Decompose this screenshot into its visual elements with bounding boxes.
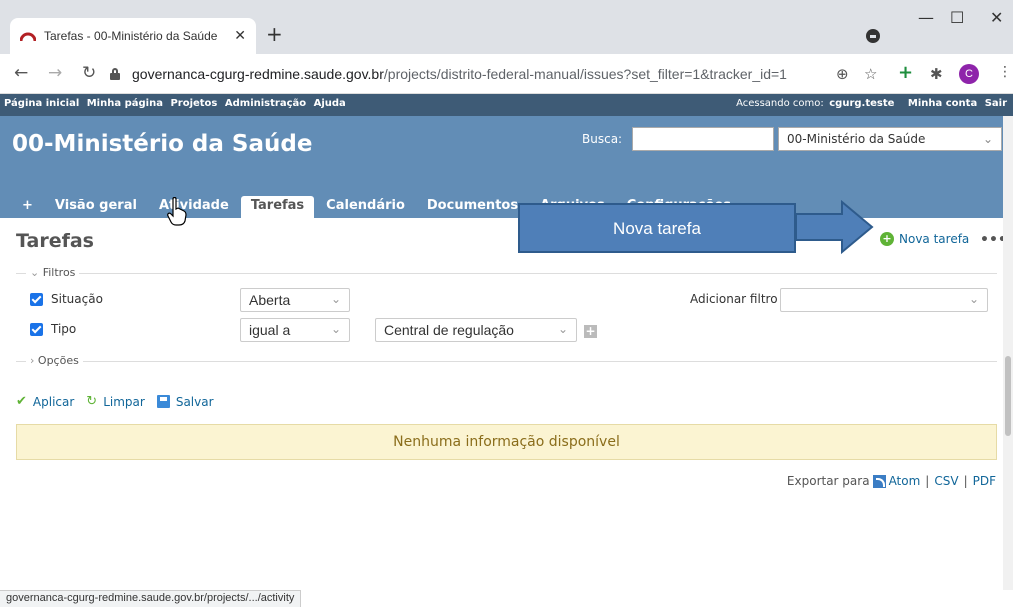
new-tab-button[interactable]: + — [266, 22, 283, 46]
separator: | — [963, 474, 968, 488]
browser-tabstrip: Tarefas - 00-Ministério da Saúde ✕ + — ☐… — [0, 0, 1013, 54]
chevron-down-icon: ⌄ — [557, 322, 568, 336]
chevron-down-icon: ⌄ — [968, 292, 979, 306]
feed-icon — [872, 474, 886, 488]
tab-title: Tarefas - 00-Ministério da Saúde — [44, 29, 218, 43]
filter-status-operator[interactable]: Aberta ⌄ — [240, 288, 350, 312]
new-issue-link[interactable]: + Nova tarefa — [880, 232, 969, 246]
scrollbar-thumb[interactable] — [1005, 356, 1011, 436]
back-icon[interactable]: ← — [14, 63, 28, 83]
topmenu-projects[interactable]: Projetos — [170, 98, 217, 109]
tab-close-icon[interactable]: ✕ — [234, 28, 246, 44]
chevron-down-icon: ⌄ — [330, 322, 341, 336]
annotation-arrow-icon — [796, 200, 874, 255]
bookmark-star-icon[interactable]: ☆ — [864, 65, 877, 83]
filter-tracker-label: Tipo — [51, 322, 77, 336]
project-jump-select[interactable]: 00-Ministério da Saúde ⌄ — [778, 127, 1002, 151]
save-query-button[interactable]: Salvar — [156, 395, 214, 409]
redmine-favicon-icon — [20, 32, 36, 42]
search-input[interactable] — [632, 127, 774, 151]
new-issue-label: Nova tarefa — [899, 232, 970, 246]
topmenu-administration[interactable]: Administração — [225, 98, 306, 109]
chevron-down-icon: ⌄ — [30, 266, 43, 279]
no-data-message: Nenhuma informação disponível — [16, 424, 997, 460]
add-circle-icon: + — [880, 232, 894, 246]
filter-status-label: Situação — [51, 292, 103, 306]
extension-plus-icon[interactable]: + — [898, 62, 913, 83]
reload-icon: ↻ — [86, 394, 98, 409]
url-field[interactable]: governanca-cgurg-redmine.saude.gov.br/pr… — [110, 60, 890, 88]
chevron-right-icon: › — [30, 354, 38, 367]
options-divider — [16, 361, 997, 362]
tab-new-object[interactable]: + — [12, 196, 43, 218]
check-icon: ✔ — [16, 394, 27, 409]
project-title: 00-Ministério da Saúde — [12, 131, 313, 157]
topmenu-home[interactable]: Página inicial — [4, 98, 79, 109]
url-text: governanca-cgurg-redmine.saude.gov.br/pr… — [132, 66, 787, 82]
export-links: Exportar para Atom | CSV | PDF — [787, 474, 996, 488]
chevron-down-icon: ⌄ — [330, 292, 341, 306]
tab-overview[interactable]: Visão geral — [45, 196, 147, 218]
tab-issues[interactable]: Tarefas — [240, 196, 315, 218]
filters-legend[interactable]: ⌄ Filtros — [26, 266, 80, 279]
topmenu-my-page[interactable]: Minha página — [87, 98, 163, 109]
tab-calendar[interactable]: Calendário — [316, 196, 415, 218]
export-label: Exportar para — [786, 474, 870, 488]
minimize-icon[interactable]: — — [918, 8, 934, 27]
browser-status-bar: governanca-cgurg-redmine.saude.gov.br/pr… — [0, 590, 302, 607]
search-label: Busca: — [582, 132, 623, 146]
topmenu-help[interactable]: Ajuda — [314, 98, 346, 109]
logged-as-label: Acessando como: — [736, 98, 824, 109]
page-title: Tarefas — [16, 230, 94, 252]
lock-icon — [110, 68, 120, 80]
export-atom-link[interactable]: Atom — [889, 474, 921, 488]
filter-tracker-value[interactable]: Central de regulação ⌄ — [375, 318, 577, 342]
reload-icon[interactable]: ↻ — [82, 63, 96, 83]
add-filter-label: Adicionar filtro — [690, 292, 778, 306]
browser-profile-icon[interactable] — [866, 29, 880, 43]
browser-menu-icon[interactable]: ⋮ — [998, 64, 1012, 80]
annotation-callout: Nova tarefa — [518, 203, 796, 253]
apply-button[interactable]: ✔ Aplicar — [16, 394, 74, 409]
forward-icon[interactable]: → — [48, 63, 62, 83]
toggle-multiselect-icon[interactable]: + — [584, 325, 597, 338]
close-window-icon[interactable]: ✕ — [990, 8, 1003, 27]
top-menu: Página inicial Minha página Projetos Adm… — [0, 94, 1013, 116]
filters-divider — [16, 273, 997, 274]
logged-user-link[interactable]: cgurg.teste — [829, 98, 894, 109]
my-account-link[interactable]: Minha conta — [908, 98, 977, 109]
chevron-down-icon: ⌄ — [982, 132, 993, 146]
page-scrollbar[interactable] — [1003, 116, 1013, 590]
tab-activity[interactable]: Atividade — [149, 196, 239, 218]
clear-button[interactable]: ↻ Limpar — [86, 394, 145, 409]
export-csv-link[interactable]: CSV — [934, 474, 958, 488]
export-pdf-link[interactable]: PDF — [973, 474, 996, 488]
filter-status-checkbox[interactable] — [30, 293, 43, 306]
user-avatar[interactable]: C — [959, 64, 979, 84]
filter-tracker-checkbox[interactable] — [30, 323, 43, 336]
save-icon — [156, 395, 170, 408]
logout-link[interactable]: Sair — [985, 98, 1007, 109]
maximize-icon[interactable]: ☐ — [950, 8, 964, 27]
extensions-puzzle-icon[interactable]: ✱ — [930, 65, 943, 83]
filter-tracker-operator[interactable]: igual a ⌄ — [240, 318, 350, 342]
separator: | — [925, 474, 930, 488]
options-legend[interactable]: › Opções — [26, 354, 83, 367]
zoom-icon[interactable]: ⊕ — [836, 65, 849, 83]
browser-tab[interactable]: Tarefas - 00-Ministério da Saúde ✕ — [10, 18, 256, 54]
tab-documents[interactable]: Documentos — [417, 196, 528, 218]
address-bar: ← → ↻ governanca-cgurg-redmine.saude.gov… — [0, 54, 1013, 94]
hand-cursor-icon — [167, 197, 187, 226]
main-content: Tarefas + Nova tarefa ••• ⌄ Filtros Situ… — [0, 218, 1010, 590]
add-filter-select[interactable]: ⌄ — [780, 288, 988, 312]
query-actions: ✔ Aplicar ↻ Limpar Salvar — [16, 394, 226, 409]
